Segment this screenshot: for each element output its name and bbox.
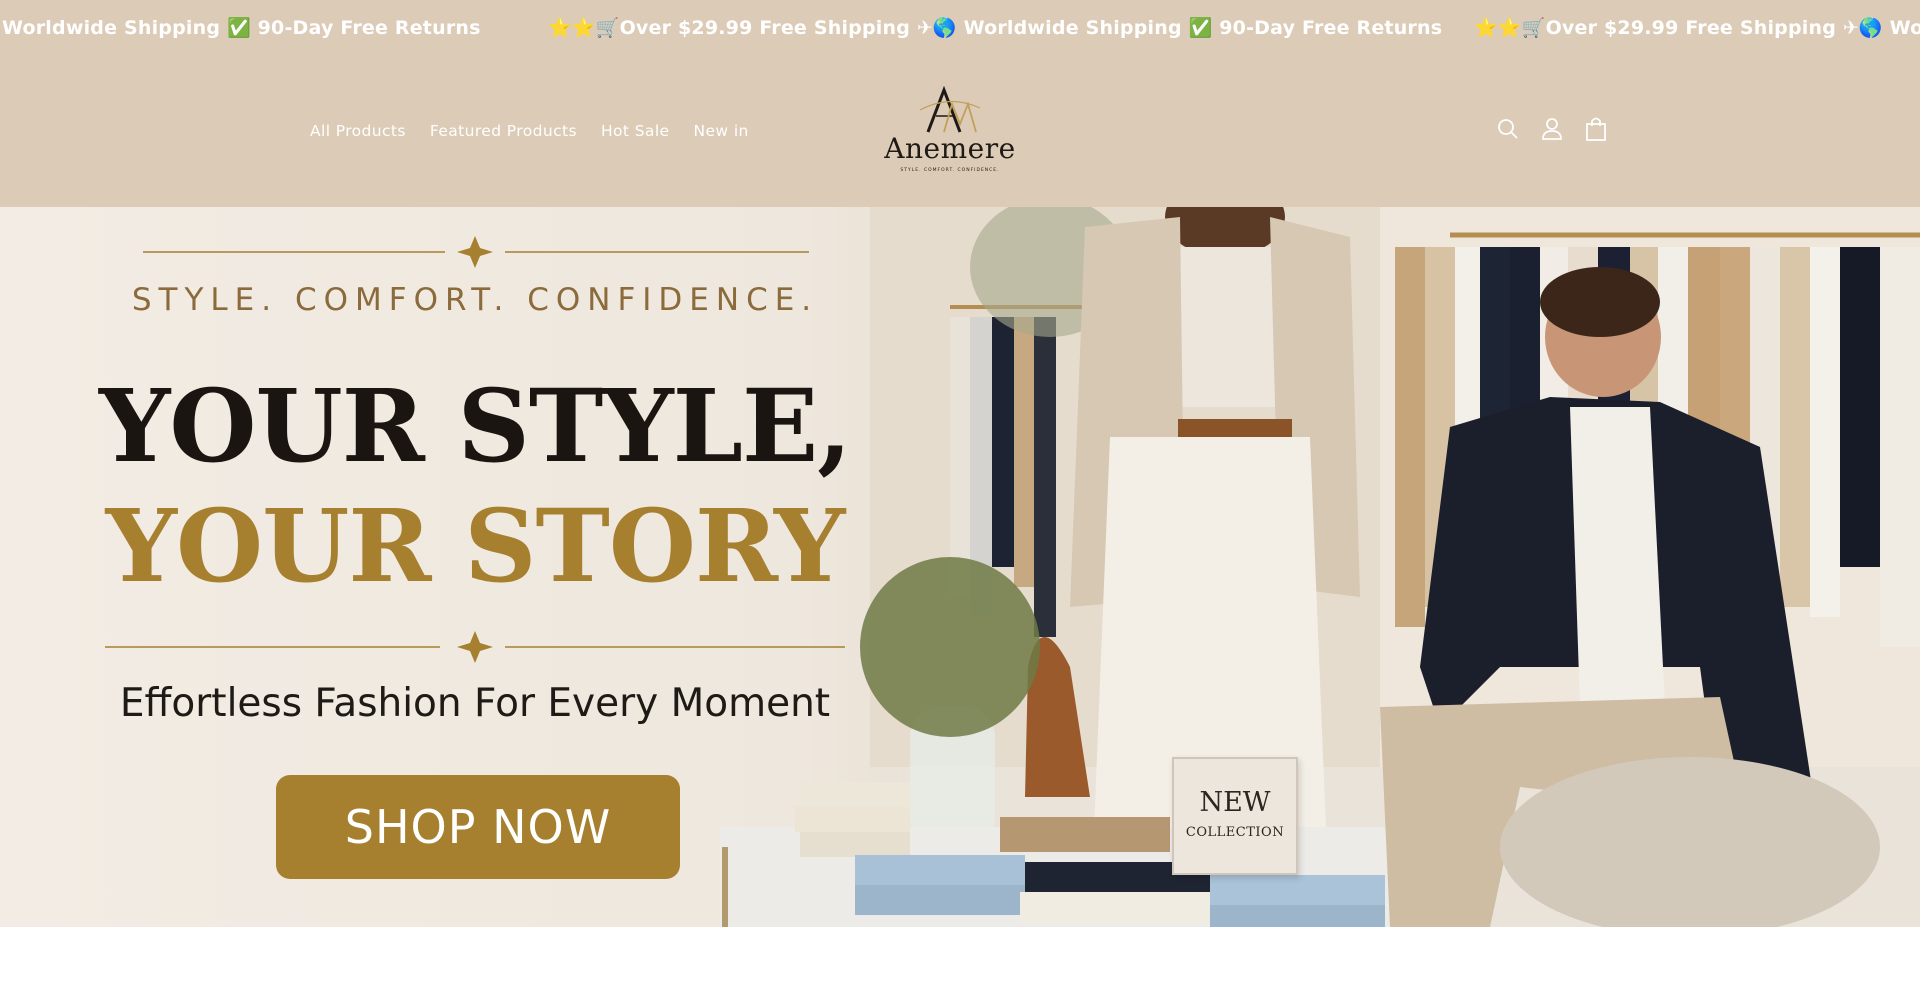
content-section <box>0 927 1920 993</box>
hero-subheadline: Effortless Fashion For Every Moment <box>119 681 831 726</box>
hero-tagline: STYLE. COMFORT. CONFIDENCE. <box>131 282 819 318</box>
search-icon[interactable] <box>1496 116 1520 142</box>
brand-logo[interactable]: Anemere STYLE. COMFORT. CONFIDENCE. <box>880 80 1020 190</box>
cart-icon[interactable] <box>1584 116 1608 142</box>
nav-item-hot-sale[interactable]: Hot Sale <box>601 122 670 140</box>
announcement-text: ⭐⭐🛒Over $29.99 Free Shipping ✈🌎 Worldwid… <box>1474 17 1920 39</box>
account-icon[interactable] <box>1540 116 1564 142</box>
logo-wordmark: Anemere <box>884 132 1016 165</box>
hero-headline-line1: YOUR STYLE, <box>99 367 852 485</box>
main-nav: All Products Featured Products Hot Sale … <box>310 122 749 140</box>
nav-item-featured-products[interactable]: Featured Products <box>430 122 577 140</box>
new-collection-sign: NEW COLLECTION <box>1172 757 1298 875</box>
announcement-text: Worldwide Shipping ✅ 90-Day Free Returns <box>2 17 481 39</box>
sign-line1: NEW <box>1199 787 1271 818</box>
logo-monogram-icon <box>919 85 981 133</box>
divider-ornament-icon <box>105 631 845 663</box>
hero-banner[interactable]: STYLE. COMFORT. CONFIDENCE. YOUR STYLE, … <box>0 207 1920 927</box>
shop-now-button[interactable]: SHOP NOW <box>276 775 680 879</box>
announcement-text: ⭐⭐🛒Over $29.99 Free Shipping ✈🌎 Worldwid… <box>548 17 1443 39</box>
hero-headline-line2: YOUR STORY <box>105 487 846 605</box>
sign-line2: COLLECTION <box>1185 825 1285 840</box>
announcement-bar: Worldwide Shipping ✅ 90-Day Free Returns… <box>0 0 1920 58</box>
nav-item-new-in[interactable]: New in <box>693 122 748 140</box>
divider-ornament-icon <box>143 236 809 268</box>
logo-tagline: STYLE. COMFORT. CONFIDENCE. <box>900 168 1000 173</box>
header-icons <box>1496 116 1608 142</box>
nav-item-all-products[interactable]: All Products <box>310 122 406 140</box>
site-header: All Products Featured Products Hot Sale … <box>0 58 1920 207</box>
